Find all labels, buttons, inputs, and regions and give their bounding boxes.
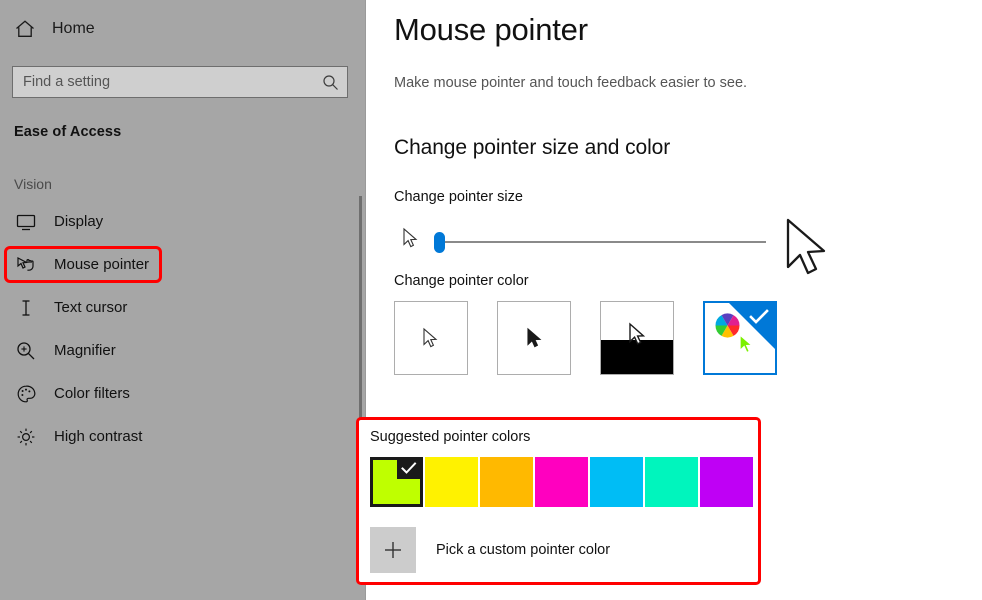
sidebar-nav: Display Mouse pointer	[0, 200, 366, 458]
text-cursor-icon	[14, 296, 38, 320]
sidebar-item-label: Display	[54, 213, 103, 230]
large-cursor-icon	[784, 217, 836, 288]
swatch-lime[interactable]	[370, 457, 423, 507]
suggested-pointer-colors-card: Suggested pointer colors	[356, 417, 761, 585]
sidebar-item-display[interactable]: Display	[0, 200, 366, 243]
pointer-color-option-inverted[interactable]	[600, 301, 674, 375]
color-wheel-icon	[714, 312, 741, 344]
page-title: Mouse pointer	[394, 0, 982, 48]
sidebar: Home Ease of Access Vision	[0, 0, 366, 600]
sidebar-item-color-filters[interactable]: Color filters	[0, 372, 366, 415]
swatch-yellow[interactable]	[425, 457, 478, 507]
sidebar-item-high-contrast[interactable]: High contrast	[0, 415, 366, 458]
pointer-size-slider-row	[394, 219, 774, 267]
sidebar-category-title: Ease of Access	[0, 98, 366, 140]
hand-pointer-icon	[14, 253, 38, 277]
sidebar-item-magnifier[interactable]: Magnifier	[0, 329, 366, 372]
magnifier-icon	[14, 339, 38, 363]
search-input[interactable]	[13, 67, 347, 97]
black-pointer-icon	[526, 327, 546, 358]
pointer-color-label: Change pointer color	[394, 267, 982, 289]
sidebar-item-label: Mouse pointer	[54, 256, 149, 273]
palette-icon	[14, 382, 38, 406]
sidebar-item-text-cursor[interactable]: Text cursor	[0, 286, 366, 329]
swatch-orange[interactable]	[480, 457, 533, 507]
sidebar-home[interactable]: Home	[0, 12, 366, 46]
page-subtitle: Make mouse pointer and touch feedback ea…	[394, 48, 982, 91]
pick-custom-pointer-color-label: Pick a custom pointer color	[436, 542, 610, 558]
pointer-color-option-black[interactable]	[497, 301, 571, 375]
sidebar-item-label: Text cursor	[54, 299, 127, 316]
pick-custom-pointer-color-row[interactable]: Pick a custom pointer color	[359, 507, 758, 573]
white-pointer-icon	[422, 327, 442, 358]
small-cursor-icon	[402, 227, 422, 258]
settings-window: Home Ease of Access Vision	[0, 0, 982, 600]
check-icon	[749, 309, 769, 330]
section-heading: Change pointer size and color	[394, 91, 982, 160]
search-icon[interactable]	[322, 74, 339, 91]
sidebar-item-label: Color filters	[54, 385, 130, 402]
home-icon	[14, 18, 36, 40]
suggested-color-swatches	[359, 445, 758, 507]
pointer-color-option-custom[interactable]	[703, 301, 777, 375]
swatch-purple[interactable]	[700, 457, 753, 507]
suggested-colors-title: Suggested pointer colors	[359, 420, 758, 445]
sidebar-item-label: High contrast	[54, 428, 142, 445]
sun-icon	[14, 425, 38, 449]
sidebar-item-mouse-pointer[interactable]: Mouse pointer	[0, 243, 366, 286]
sidebar-scrollbar[interactable]	[359, 196, 362, 454]
pointer-color-option-white[interactable]	[394, 301, 468, 375]
slider-track[interactable]	[440, 241, 766, 243]
swatch-cyan[interactable]	[590, 457, 643, 507]
check-icon	[401, 462, 417, 480]
slider-thumb[interactable]	[434, 232, 445, 253]
custom-color-pointer-icon	[738, 333, 758, 364]
plus-icon[interactable]	[370, 527, 416, 573]
sidebar-home-label: Home	[52, 20, 95, 38]
swatch-magenta[interactable]	[535, 457, 588, 507]
sidebar-group-label: Vision	[0, 140, 366, 192]
sidebar-item-label: Magnifier	[54, 342, 116, 359]
pointer-size-label: Change pointer size	[394, 160, 982, 205]
search-container	[0, 46, 366, 98]
swatch-teal[interactable]	[645, 457, 698, 507]
search-box[interactable]	[12, 66, 348, 98]
pointer-color-tiles	[394, 301, 982, 375]
inverted-pointer-icon	[628, 322, 650, 357]
monitor-icon	[14, 210, 38, 234]
